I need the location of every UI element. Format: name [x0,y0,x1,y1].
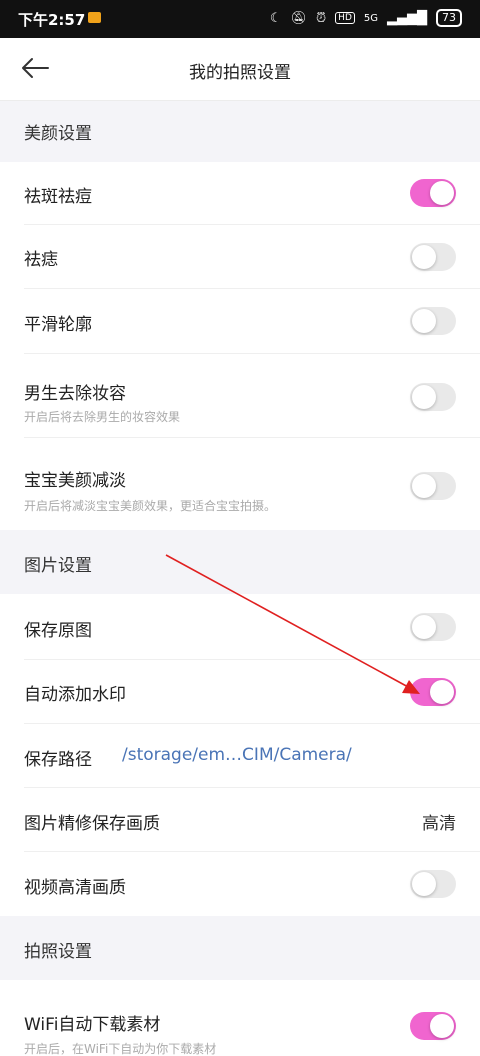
setting-label: 图片精修保存画质 [24,814,160,834]
setting-row-wifi-download[interactable]: WiFi自动下载素材 开启后，在WiFi下自动为你下载素材 [0,980,480,1056]
setting-row-save-original[interactable]: 保存原图 [0,594,480,660]
toggle-knob [412,872,436,896]
section-picture: 图片设置 [0,530,480,594]
setting-label: 保存路径 [24,750,92,770]
retouch-quality-value[interactable]: 高清 [422,809,456,834]
toggle-mole[interactable] [410,243,456,271]
setting-label: 视频高清画质 [24,878,126,898]
setting-description: 开启后将减淡宝宝美颜效果，更适合宝宝拍摄。 [24,499,277,513]
setting-row-male-makeup[interactable]: 男生去除妆容 开启后将去除男生的妆容效果 [0,354,480,438]
setting-row-spot-acne[interactable]: 祛斑祛痘 [0,162,480,225]
toggle-knob [412,474,436,498]
moon-icon: ☾ [269,10,282,26]
toggle-knob [412,385,436,409]
toggle-baby-beauty[interactable] [410,472,456,500]
toggle-spot-acne[interactable] [410,179,456,207]
toggle-knob [430,1014,454,1038]
toggle-save-original[interactable] [410,613,456,641]
save-path-value[interactable]: /storage/em…CIM/Camera/ [122,745,352,765]
setting-row-watermark[interactable]: 自动添加水印 [0,660,480,724]
setting-row-video-hd[interactable]: 视频高清画质 [0,852,480,916]
page-title: 我的拍照设置 [189,63,291,83]
setting-label: 祛痣 [24,250,58,270]
network-type: 5G [363,12,378,24]
setting-label: 平滑轮廓 [24,315,92,335]
status-time: 下午2:57 [18,11,86,29]
battery-level: 73 [442,11,456,24]
setting-row-retouch-quality[interactable]: 图片精修保存画质 高清 [0,788,480,852]
toggle-knob [412,309,436,333]
toggle-wifi-download[interactable] [410,1012,456,1040]
section-beauty: 美颜设置 [0,101,480,162]
setting-label: 男生去除妆容 [24,384,126,404]
setting-label: 宝宝美颜减淡 [24,471,126,491]
toggle-watermark[interactable] [410,678,456,706]
setting-description: 开启后将去除男生的妆容效果 [24,410,181,424]
toggle-male-makeup[interactable] [410,383,456,411]
setting-row-save-path[interactable]: 保存路径 /storage/em…CIM/Camera/ [0,724,480,788]
nav-bar: 我的拍照设置 [0,38,480,101]
status-bar: 下午2:57 ☾ 🔕︎ ⏰︎ HD 5G ▂▄▆█ 73 [0,0,480,38]
setting-row-baby-beauty[interactable]: 宝宝美颜减淡 开启后将减淡宝宝美颜效果，更适合宝宝拍摄。 [0,438,480,530]
battery-icon: 73 [436,9,462,27]
setting-label: 祛斑祛痘 [24,187,92,207]
setting-label: WiFi自动下载素材 [24,1015,161,1035]
setting-row-mole[interactable]: 祛痣 [0,225,480,289]
section-title: 图片设置 [24,556,92,576]
toggle-knob [412,615,436,639]
mute-icon: 🔕︎ [290,10,308,26]
section-title: 美颜设置 [24,124,92,144]
toggle-knob [412,245,436,269]
toggle-video-hd[interactable] [410,870,456,898]
toggle-smooth-contour[interactable] [410,307,456,335]
hd-icon: HD [335,12,355,24]
alarm-icon: ⏰︎ [316,10,327,26]
signal-icon: ▂▄▆█ [387,10,427,26]
section-title: 拍照设置 [24,942,92,962]
toggle-knob [430,181,454,205]
setting-row-smooth-contour[interactable]: 平滑轮廓 [0,289,480,354]
toggle-knob [430,680,454,704]
status-icons: ☾ 🔕︎ ⏰︎ HD 5G ▂▄▆█ 73 [270,9,462,27]
setting-label: 保存原图 [24,621,92,641]
setting-label: 自动添加水印 [24,685,126,705]
setting-description: 开启后，在WiFi下自动为你下载素材 [24,1042,217,1056]
notification-flag-icon [88,12,101,23]
section-photo: 拍照设置 [0,916,480,980]
